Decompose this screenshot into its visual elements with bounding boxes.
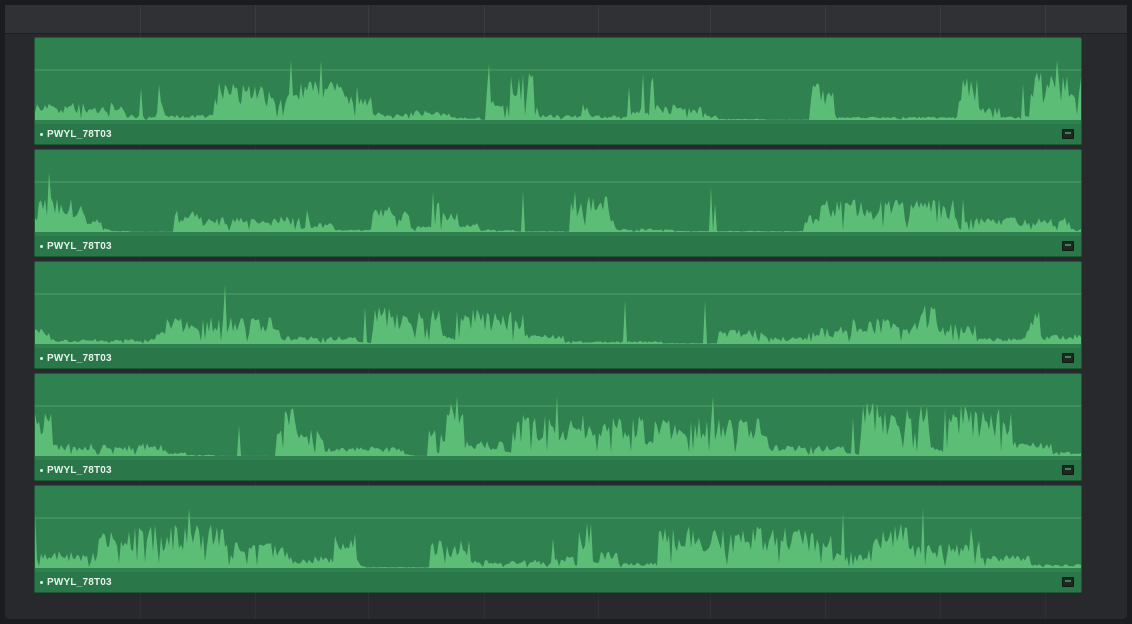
waveform-shape bbox=[35, 508, 1081, 568]
clip-fx-icon[interactable] bbox=[1062, 353, 1074, 363]
clip-name: PWYL_78T03 bbox=[40, 241, 112, 252]
clip-name: PWYL_78T03 bbox=[40, 353, 112, 364]
clip-dot-icon bbox=[40, 580, 43, 584]
clip-name-text: PWYL_78T03 bbox=[47, 465, 112, 476]
clip-name-text: PWYL_78T03 bbox=[47, 241, 112, 252]
clip-footer: PWYL_78T03 bbox=[35, 124, 1081, 144]
clip-footer: PWYL_78T03 bbox=[35, 460, 1081, 480]
audio-clip[interactable]: PWYL_78T03 bbox=[34, 261, 1082, 369]
audio-clip[interactable]: PWYL_78T03 bbox=[34, 373, 1082, 481]
waveform bbox=[35, 172, 1081, 232]
clip-dot-icon bbox=[40, 468, 43, 472]
ruler-tick bbox=[255, 5, 256, 33]
timeline-window: PWYL_78T03 PWYL_78T03 PWYL_78T03 PWYL_78… bbox=[0, 0, 1132, 624]
clip-name-text: PWYL_78T03 bbox=[47, 353, 112, 364]
waveform-shape bbox=[35, 172, 1081, 232]
clip-dot-icon bbox=[40, 244, 43, 248]
waveform-shape bbox=[35, 396, 1081, 456]
ruler-tick bbox=[484, 5, 485, 33]
ruler-tick bbox=[940, 5, 941, 33]
ruler-tick bbox=[825, 5, 826, 33]
ruler-tick bbox=[598, 5, 599, 33]
clip-footer: PWYL_78T03 bbox=[35, 572, 1081, 592]
clip-name-text: PWYL_78T03 bbox=[47, 577, 112, 588]
clip-dot-icon bbox=[40, 132, 43, 136]
waveform bbox=[35, 508, 1081, 568]
audio-clip[interactable]: PWYL_78T03 bbox=[34, 37, 1082, 145]
clip-fx-icon[interactable] bbox=[1062, 241, 1074, 251]
ruler-tick bbox=[710, 5, 711, 33]
waveform bbox=[35, 284, 1081, 344]
clip-name-text: PWYL_78T03 bbox=[47, 129, 112, 140]
clip-footer: PWYL_78T03 bbox=[35, 348, 1081, 368]
clip-fx-icon[interactable] bbox=[1062, 465, 1074, 475]
clip-footer: PWYL_78T03 bbox=[35, 236, 1081, 256]
waveform bbox=[35, 60, 1081, 120]
clip-fx-icon[interactable] bbox=[1062, 577, 1074, 587]
audio-clip[interactable]: PWYL_78T03 bbox=[34, 485, 1082, 593]
waveform-shape bbox=[35, 60, 1081, 120]
clip-fx-icon[interactable] bbox=[1062, 129, 1074, 139]
audio-clip[interactable]: PWYL_78T03 bbox=[34, 149, 1082, 257]
waveform-shape bbox=[35, 284, 1081, 344]
clip-name: PWYL_78T03 bbox=[40, 465, 112, 476]
ruler-tick bbox=[140, 5, 141, 33]
timecode-ruler[interactable] bbox=[5, 5, 1127, 34]
waveform bbox=[35, 396, 1081, 456]
clip-name: PWYL_78T03 bbox=[40, 577, 112, 588]
clip-name: PWYL_78T03 bbox=[40, 129, 112, 140]
clip-dot-icon bbox=[40, 356, 43, 360]
ruler-tick bbox=[1045, 5, 1046, 33]
ruler-tick bbox=[368, 5, 369, 33]
